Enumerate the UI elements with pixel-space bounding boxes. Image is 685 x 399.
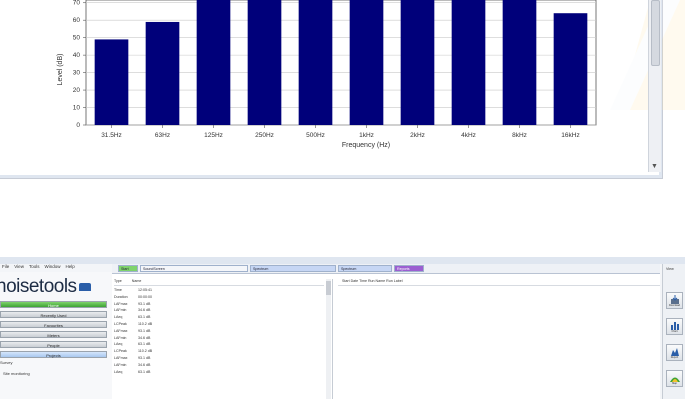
detail-pane: Start Date Time Run Name Run Label xyxy=(334,279,660,399)
nav-favourites-button[interactable]: Favourites xyxy=(0,321,107,328)
download-icon xyxy=(671,295,679,304)
tool-label: Report xyxy=(670,356,679,359)
nav-projects-button[interactable]: Projects xyxy=(0,351,107,358)
scrollbar-thumb[interactable] xyxy=(651,0,660,66)
list-item[interactable]: LAFmax 93.1 dB xyxy=(114,355,324,361)
chart-tool-button[interactable]: Chart xyxy=(666,318,683,335)
menu-file[interactable]: File xyxy=(2,264,9,272)
list-cell-value: 93.1 dB xyxy=(138,328,151,333)
logo-graph-icon xyxy=(78,282,91,291)
measurement-list: Type Name Time 12:05:41 Duration 00:00:00 LA… xyxy=(112,279,333,399)
list-cell-type: LAFmax xyxy=(114,356,128,360)
report-tool-button[interactable]: Report xyxy=(666,344,683,361)
detail-header: Start Date Time Run Name Run Label xyxy=(338,279,660,286)
list-cell-type: LAFmax xyxy=(114,301,128,306)
tool-label: Map xyxy=(672,382,677,385)
list-cell-value: 34.6 dB xyxy=(138,335,151,340)
nav-recently-used-button[interactable]: Recently Used xyxy=(0,311,107,318)
report-icon xyxy=(671,348,679,356)
list-item[interactable]: LAFmax 93.1 dB xyxy=(114,328,324,334)
bar-chart-icon xyxy=(671,322,679,330)
list-scrollbar[interactable] xyxy=(326,279,331,399)
list-cell-value: 110.2 dB xyxy=(138,322,153,326)
download-tool-button[interactable]: Download xyxy=(666,292,683,309)
list-cell-value: 12:05:41 xyxy=(138,288,152,292)
scroll-down-arrow-icon[interactable]: ▼ xyxy=(651,163,658,170)
menu-window[interactable]: Window xyxy=(44,264,60,272)
tab-spectrum-2[interactable]: Spectrum xyxy=(338,265,392,272)
list-header: Type Name xyxy=(114,279,324,286)
list-item[interactable]: LAFmin 34.6 dB xyxy=(114,307,324,313)
column-header-type[interactable]: Type xyxy=(114,279,122,285)
app-titlebar xyxy=(0,257,685,264)
list-cell-type: LAeq xyxy=(114,315,123,320)
list-cell-type: LAeq xyxy=(114,369,123,374)
list-cell-type: LAFmin xyxy=(114,335,127,340)
list-cell-type: LAFmin xyxy=(114,308,127,313)
tab-reports[interactable]: Reports xyxy=(394,265,424,272)
list-item[interactable]: Time 12:05:41 xyxy=(114,287,324,293)
list-cell-type: LAFmin xyxy=(114,362,127,367)
list-cell-type: Duration xyxy=(114,294,128,299)
tab-soundscreen[interactable]: SoundScreen xyxy=(140,265,248,272)
tab-start[interactable]: Start xyxy=(118,265,138,272)
tree-item[interactable]: Site monitoring xyxy=(0,371,107,376)
list-item[interactable]: LCPeak 110.2 dB xyxy=(114,348,324,354)
list-cell-value: 93.1 dB xyxy=(138,301,151,306)
list-cell-type: Time xyxy=(114,288,122,292)
list-item[interactable]: LAFmax 93.1 dB xyxy=(114,301,324,307)
menu-view[interactable]: View xyxy=(14,264,24,272)
nav-people-button[interactable]: People xyxy=(0,341,107,348)
list-item[interactable]: LAeq 63.1 dB xyxy=(114,369,324,375)
app-logo: noisetools xyxy=(0,276,108,297)
right-toolbar: View Download Chart Report Map xyxy=(662,264,685,399)
project-tree: Survey Site monitoring xyxy=(0,360,107,376)
list-cell-value: 34.6 dB xyxy=(138,362,151,367)
list-item[interactable]: LAeq 63.1 dB xyxy=(114,341,324,347)
nav-meters-button[interactable]: Meters xyxy=(0,331,107,338)
list-cell-value: 63.1 dB xyxy=(138,369,151,374)
chart-window: 0 10 20 30 40 50 60 70 31.5Hz 63Hz 125Hz 250Hz 500Hz… xyxy=(0,0,685,179)
list-cell-value: 63.1 dB xyxy=(138,315,151,320)
logo-text: noisetools xyxy=(0,276,77,297)
list-item[interactable]: Duration 00:00:00 xyxy=(114,294,324,300)
tool-label: Chart xyxy=(671,330,678,333)
noise-tools-app: File View Tools Window Help noisetools H… xyxy=(0,257,685,399)
list-item[interactable]: LCPeak 110.2 dB xyxy=(114,321,324,327)
left-panel: noisetools Home Recently Used Favourites… xyxy=(0,272,113,399)
menu-tools[interactable]: Tools xyxy=(29,264,40,272)
list-item[interactable]: LAFmin 34.6 dB xyxy=(114,335,324,341)
list-cell-value: 34.6 dB xyxy=(138,308,151,313)
window-frame xyxy=(0,0,662,178)
list-cell-type: LCPeak xyxy=(114,349,127,354)
nav-home-button[interactable]: Home xyxy=(0,301,107,308)
list-cell-value: 00:00:00 xyxy=(138,294,152,299)
list-cell-type: LCPeak xyxy=(114,322,127,326)
menu-bar: File View Tools Window Help xyxy=(0,264,102,272)
list-cell-value: 93.1 dB xyxy=(138,356,151,360)
list-cell-value: 63.1 dB xyxy=(138,342,151,347)
list-item[interactable]: LAeq 63.1 dB xyxy=(114,314,324,320)
map-icon xyxy=(670,377,680,382)
menu-help[interactable]: Help xyxy=(65,264,74,272)
scrollbar-thumb[interactable] xyxy=(326,281,331,295)
document-area: Start SoundScreen Spectrum Spectrum Repo… xyxy=(112,264,660,399)
column-header-name[interactable]: Name xyxy=(132,279,142,285)
map-tool-button[interactable]: Map xyxy=(666,370,683,387)
tree-item[interactable]: Survey xyxy=(0,360,107,365)
list-cell-type: LAFmax xyxy=(114,328,128,333)
list-cell-value: 110.2 dB xyxy=(138,349,153,354)
list-cell-type: LAeq xyxy=(114,342,123,347)
tab-bar: Start SoundScreen Spectrum Spectrum Repo… xyxy=(112,264,660,274)
tab-spectrum[interactable]: Spectrum xyxy=(250,265,336,272)
toolbar-view-label: View xyxy=(666,267,674,271)
tool-label: Download xyxy=(668,304,681,307)
list-item[interactable]: LAFmin 34.6 dB xyxy=(114,362,324,368)
vertical-scrollbar[interactable]: ▼ xyxy=(648,0,661,172)
